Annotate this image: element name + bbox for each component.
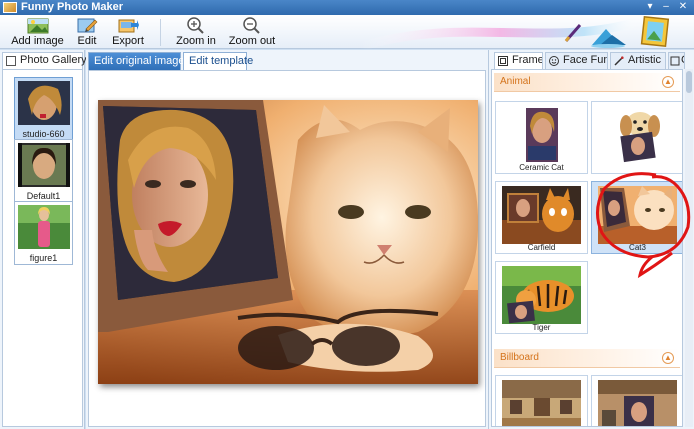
canvas [88, 70, 486, 427]
template-tile-ceramic-cat[interactable]: Ceramic Cat [495, 101, 588, 174]
zoom-out-icon [243, 17, 260, 34]
template-tile-billboard-gallery[interactable] [495, 375, 588, 426]
tab-photo-gallery[interactable]: Photo Gallery [2, 52, 87, 69]
toolbar: Add image Edit Export Zoom in Zoom out [0, 15, 694, 49]
tab-face-fun[interactable]: Face Fun [545, 52, 608, 69]
template-tile-billboard-room[interactable] [591, 375, 682, 426]
menu-dropdown-button[interactable]: ▾ [643, 0, 657, 14]
window-title: Funny Photo Maker [21, 1, 124, 13]
template-tile-cat3[interactable]: Cat3 [591, 181, 682, 254]
tab-artistic[interactable]: Artistic [610, 52, 666, 69]
tab-clipart[interactable]: C [668, 52, 685, 69]
add-image-icon [27, 18, 48, 34]
toolbar-decoration [358, 15, 670, 49]
brush-icon [614, 56, 624, 66]
frame-icon [498, 56, 508, 66]
template-thumbnail [502, 186, 581, 244]
tab-edit-original-image[interactable]: Edit original image [88, 52, 185, 70]
editor-area: Edit original image Edit template [86, 50, 488, 429]
template-list: Animal ▲ Ceramic Cat Carfield Cat3 Tiger… [491, 69, 683, 427]
export-icon [118, 19, 139, 33]
gallery-icon [6, 56, 16, 66]
template-thumbnail [502, 380, 581, 426]
template-thumbnail [598, 106, 677, 164]
thumbnail-image [17, 81, 70, 125]
add-image-button[interactable]: Add image [10, 17, 65, 48]
template-thumbnail [502, 266, 581, 324]
template-thumbnail [598, 186, 677, 244]
edit-icon [77, 18, 98, 33]
toolbar-separator [160, 19, 161, 46]
template-panel: Frame Face Fun Artistic C Animal ▲ Ceram… [488, 50, 694, 429]
template-tile-carfield[interactable]: Carfield [495, 181, 588, 254]
template-thumbnail [502, 106, 581, 164]
tab-edit-template[interactable]: Edit template [183, 52, 253, 70]
template-tile-puppy[interactable] [591, 101, 682, 174]
zoom-out-button[interactable]: Zoom out [228, 17, 276, 48]
picture-frame-icon [640, 15, 670, 48]
section-header-billboard[interactable]: Billboard ▲ [494, 349, 680, 368]
thumbnail-image [17, 205, 70, 249]
edited-photo[interactable] [98, 100, 478, 384]
minimize-button[interactable]: – [659, 0, 673, 14]
zoom-in-button[interactable]: Zoom in [175, 17, 217, 48]
template-scrollbar[interactable] [685, 69, 693, 427]
tab-frame[interactable]: Frame [494, 52, 543, 69]
edit-button[interactable]: Edit [73, 17, 101, 48]
gallery-item-default1[interactable]: Default1 [14, 139, 73, 203]
section-header-animal[interactable]: Animal ▲ [494, 73, 680, 92]
photo-gallery-panel: Photo Gallery studio-660 Default1 figure… [0, 50, 87, 429]
app-icon [3, 2, 17, 13]
gallery-item-studio-660[interactable]: studio-660 [14, 77, 73, 141]
template-tile-tiger[interactable]: Tiger [495, 261, 588, 334]
zoom-in-icon [187, 17, 204, 34]
thumbnail-image [17, 143, 70, 187]
export-button[interactable]: Export [110, 17, 146, 48]
clipart-icon [670, 56, 680, 66]
smiley-icon [549, 56, 559, 66]
title-bar: Funny Photo Maker ▾ – ✕ [0, 0, 694, 15]
collapse-up-icon[interactable]: ▲ [662, 352, 674, 364]
template-thumbnail [598, 380, 677, 426]
scroll-thumb[interactable] [686, 71, 692, 93]
close-button[interactable]: ✕ [676, 0, 690, 14]
collapse-up-icon[interactable]: ▲ [662, 76, 674, 88]
gallery-list: studio-660 Default1 figure1 [2, 69, 83, 427]
gallery-item-figure1[interactable]: figure1 [14, 201, 73, 265]
